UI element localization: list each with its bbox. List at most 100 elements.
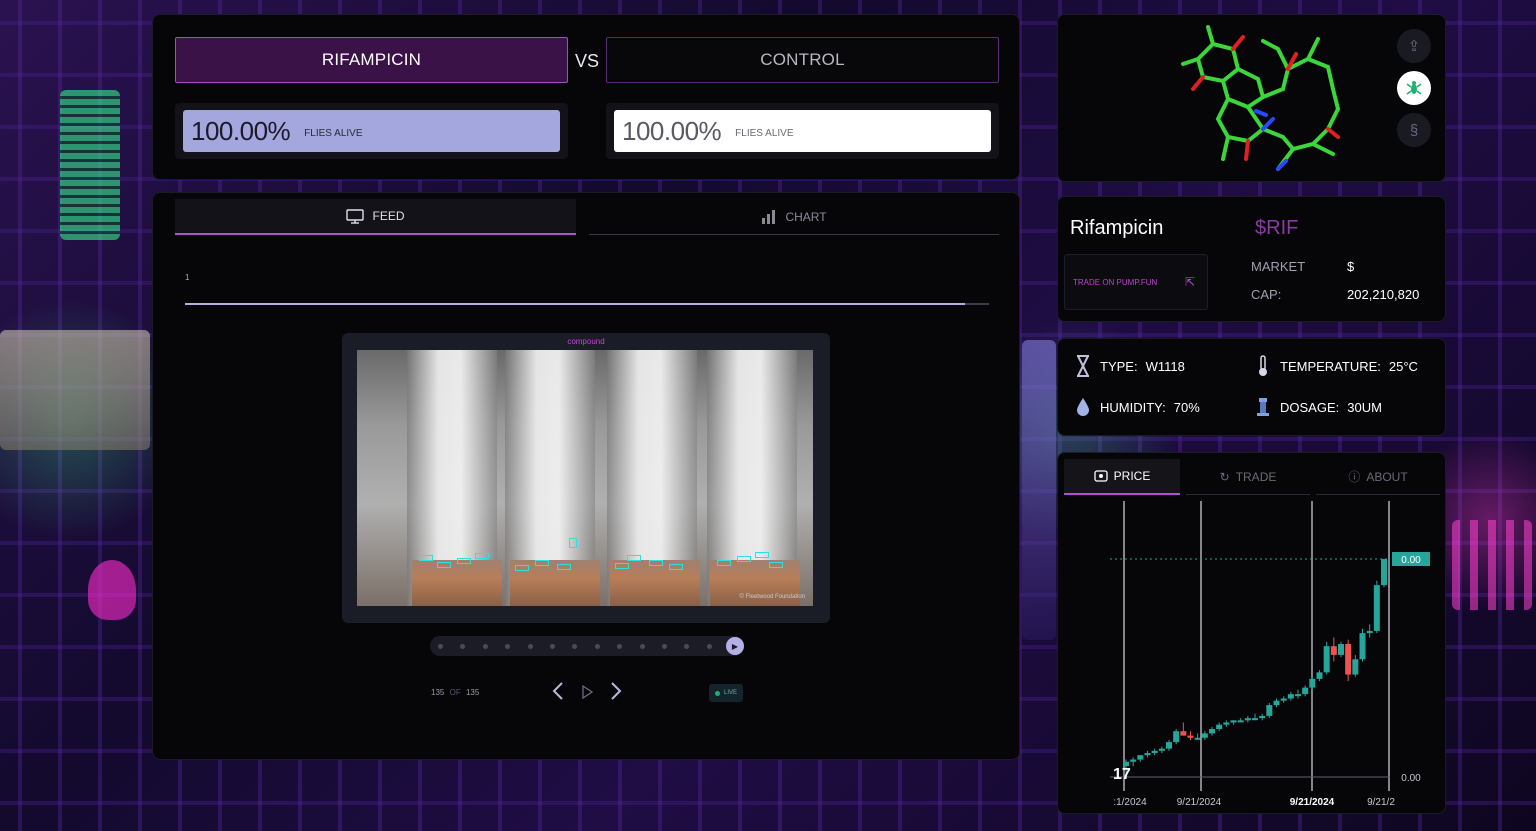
candle-body [1237, 720, 1244, 723]
fly-detection-box [755, 552, 769, 558]
candle-body [1209, 729, 1215, 734]
tab-trade[interactable]: ↻ TRADE [1186, 459, 1310, 495]
spec-dosage: DOSAGE: 30UM [1254, 397, 1382, 417]
live-badge[interactable]: LIVE [709, 684, 743, 702]
candle-body [1194, 737, 1201, 740]
tab-chart-label: CHART [785, 209, 827, 224]
spec-dosage-label: DOSAGE: [1280, 399, 1340, 415]
timeline-dot[interactable] [527, 644, 533, 649]
chevron-left-icon[interactable] [551, 681, 565, 707]
progress-count: 1 [185, 273, 190, 282]
timeline-dot[interactable] [617, 644, 623, 649]
vs-label: VS [574, 51, 599, 71]
timeline-dot[interactable] [572, 644, 578, 649]
video-caption: compound [567, 337, 605, 346]
timeline-dot[interactable] [505, 644, 511, 649]
flies-alive-card-control: 100.00% FLIES ALIVE [606, 103, 999, 159]
tab-chart[interactable]: CHART [589, 199, 999, 235]
candle-body [1273, 700, 1280, 706]
timeline-dot[interactable] [706, 644, 712, 649]
candle-body [1266, 705, 1273, 716]
timeline-current-frame-play-icon[interactable]: ▶ [726, 637, 744, 655]
upload-icon[interactable]: ⇪ [1397, 29, 1431, 63]
candle-body [1280, 698, 1287, 701]
spec-temperature-label: TEMPERATURE: [1280, 358, 1381, 374]
tab-about[interactable]: ⓘ ABOUT [1316, 459, 1440, 495]
chevron-right-icon[interactable] [609, 681, 623, 707]
frame-total: 135 [465, 688, 480, 697]
tab-price-label: PRICE [1113, 469, 1151, 483]
trade-link-label: TRADE ON PUMP.FUN [1073, 277, 1158, 287]
spec-dosage-value: 30UM [1347, 399, 1382, 415]
tab-feed-label: FEED [372, 209, 405, 223]
market-cap-value: 202,210,820 [1347, 287, 1420, 302]
monitor-icon [346, 208, 365, 224]
feed-panel: FEED CHART 1 compound © Fleetwood Founda… [152, 192, 1020, 760]
experiment-specs-panel: TYPE: W1118 TEMPERATURE: 25°C HUMIDITY: … [1057, 338, 1446, 436]
timeline-dot[interactable] [438, 644, 443, 649]
market-cap-currency: $ [1347, 259, 1355, 274]
fly-detection-box [557, 564, 571, 570]
tab-price[interactable]: PRICE [1064, 459, 1180, 495]
dna-icon[interactable]: § [1397, 113, 1431, 147]
compound-tab-rifampicin-label: RIFAMPICIN [321, 50, 422, 69]
compound-tab-control-label: CONTROL [760, 50, 845, 69]
frame-timeline[interactable]: ▶ [430, 636, 744, 656]
timeline-dot[interactable] [550, 644, 555, 649]
token-name: Rifampicin [1070, 217, 1164, 239]
candle-body [1295, 694, 1301, 697]
candle-body [1187, 735, 1194, 738]
thermometer-icon [1254, 355, 1272, 377]
compound-tab-control[interactable]: CONTROL [606, 37, 999, 83]
compound-compare-panel: RIFAMPICIN VS CONTROL 100.00% FLIES ALIV… [152, 14, 1020, 180]
vial-icon [1254, 397, 1272, 417]
x-tick-label: 9/21/2024 [1177, 797, 1222, 808]
tradingview-logo-icon: 17 [1113, 766, 1131, 783]
candle-body [1259, 715, 1266, 719]
timeline-dot[interactable] [684, 644, 690, 649]
video-watermark: © Fleetwood Foundation [739, 594, 805, 600]
bar-chart-icon [762, 209, 776, 224]
candle-body [1352, 659, 1359, 675]
fly-icon[interactable] [1397, 71, 1431, 105]
flies-alive-label: FLIES ALIVE [735, 127, 794, 139]
candle-body [1201, 733, 1208, 738]
tab-feed[interactable]: FEED [175, 199, 576, 235]
spec-temperature-value: 25°C [1388, 358, 1418, 374]
timeline-dot[interactable] [482, 644, 488, 649]
play-icon[interactable] [581, 684, 594, 702]
frame-counter: 135 OF 135 [431, 688, 479, 697]
background-machine-mid [1022, 340, 1056, 640]
molecule-structure-image[interactable] [1168, 19, 1348, 179]
x-tick-label: :1/2024 [1113, 797, 1147, 808]
last-price-label: 0.00 [1401, 555, 1421, 566]
trade-on-pumpfun-link[interactable]: TRADE ON PUMP.FUN ⇱ [1064, 254, 1208, 310]
info-icon: ⓘ [1348, 470, 1361, 484]
molecule-viewer-panel: ⇪ § [1057, 14, 1446, 182]
video-feed: compound © Fleetwood Foundation [342, 333, 830, 623]
frame-current: 135 [431, 688, 445, 697]
swap-icon: ↻ [1219, 469, 1230, 484]
flies-alive-box-control: 100.00% FLIES ALIVE [614, 110, 991, 152]
flies-alive-percent: 100.00% [622, 115, 722, 146]
market-cap-label-2: CAP: [1251, 287, 1282, 302]
flies-alive-box-rifampicin: 100.00% FLIES ALIVE [183, 110, 560, 152]
candle-body [1144, 753, 1151, 756]
flies-alive-label: FLIES ALIVE [304, 127, 363, 139]
water-drop-icon [1074, 397, 1092, 417]
candle-body [1309, 678, 1316, 688]
timeline-dot[interactable] [460, 644, 466, 649]
fly-detection-box [717, 560, 731, 566]
candle-body [1287, 694, 1294, 699]
arrow-up-left-icon: ⇱ [1184, 275, 1195, 289]
candle-body [1359, 633, 1366, 660]
timeline-dot[interactable] [594, 644, 600, 649]
candle-body [1173, 731, 1180, 743]
timeline-dot[interactable] [639, 644, 645, 649]
candle-body [1180, 731, 1187, 736]
compound-tab-rifampicin[interactable]: RIFAMPICIN [175, 37, 568, 83]
price-candlestick-chart[interactable]: 0.00 0.00:1/2024 9/21/2024 9/21/2024 9/21/2 1… [1058, 499, 1447, 815]
spec-type-value: W1118 [1145, 358, 1185, 374]
background-tubes-right [1452, 520, 1532, 610]
timeline-dot[interactable] [662, 644, 667, 649]
